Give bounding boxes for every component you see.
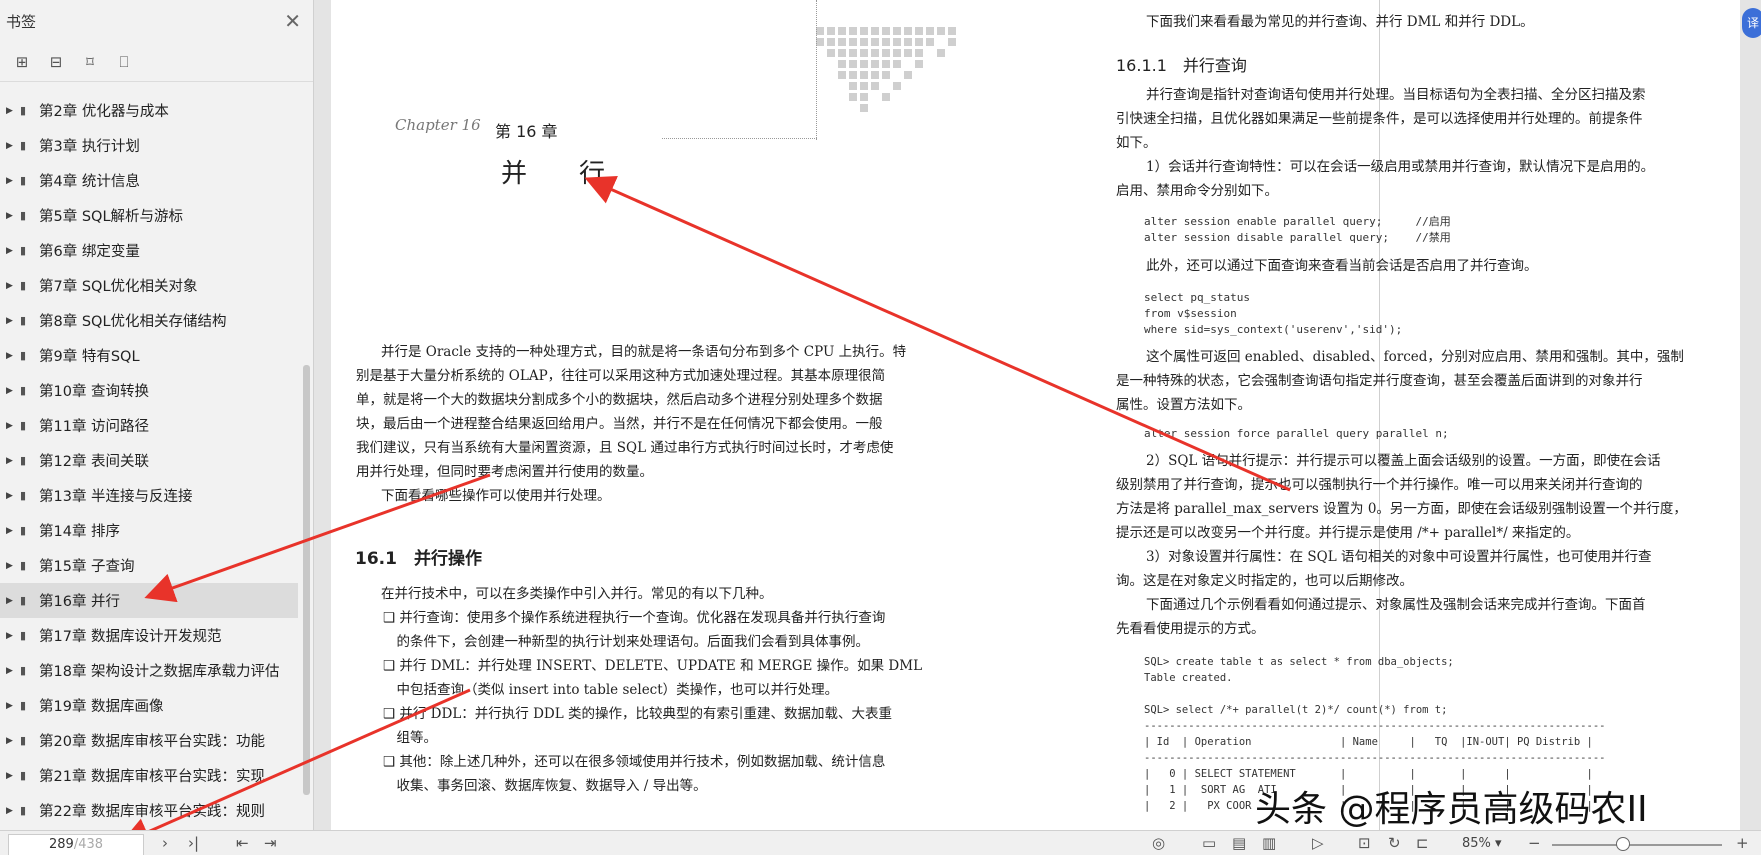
page-current: 289 xyxy=(48,837,74,852)
page-number-input[interactable]: 289/438 xyxy=(8,834,144,855)
document-icon[interactable]: ▤ xyxy=(1232,834,1246,852)
zoom-value: 85% xyxy=(1462,836,1491,851)
zoom-out-icon[interactable]: − xyxy=(1528,834,1541,852)
single-page-icon[interactable]: ▭ xyxy=(1202,834,1216,852)
play-icon[interactable]: ▷ xyxy=(1312,834,1324,852)
zoom-slider[interactable] xyxy=(1552,844,1722,846)
eye-icon[interactable]: ◎ xyxy=(1152,834,1165,852)
arrow-to-page-number xyxy=(119,688,471,847)
forward-icon[interactable]: ⇥ xyxy=(264,834,277,852)
two-page-icon[interactable]: ▥ xyxy=(1262,834,1276,852)
status-bar: 289/438 › ›| ⇤ ⇥ ◎ ▭ ▤ ▥ ▷ ⊡ ↻ ⊏ 85% ▾ −… xyxy=(0,830,1761,855)
zoom-in-icon[interactable]: + xyxy=(1736,834,1749,852)
zoom-slider-knob[interactable] xyxy=(1616,837,1630,851)
page-total: /438 xyxy=(73,837,104,852)
watermark: 头条 @程序员高级码农II xyxy=(1255,789,1648,830)
rotate-icon[interactable]: ↻ xyxy=(1388,834,1401,852)
last-page-icon[interactable]: ›| xyxy=(188,834,199,852)
arrow-to-bookmark xyxy=(144,473,491,603)
back-icon[interactable]: ⇤ xyxy=(236,834,249,852)
fit-width-icon[interactable]: ⊏ xyxy=(1416,834,1429,852)
zoom-level[interactable]: 85% ▾ xyxy=(1462,836,1502,851)
annotation-arrows xyxy=(119,176,1291,847)
arrow-to-chapter-title xyxy=(584,176,1291,492)
fit-page-icon[interactable]: ⊡ xyxy=(1358,834,1371,852)
pdf-reader-window: 书签 ✕ ⊞ ⊟ ⌑ ⎕ ▶ ▮ 第2章 优化器与成本 ▶ ▮ 第3章 执行计划 ▶ ▮ 第4章… xyxy=(0,0,1761,855)
next-page-icon[interactable]: › xyxy=(162,834,168,852)
